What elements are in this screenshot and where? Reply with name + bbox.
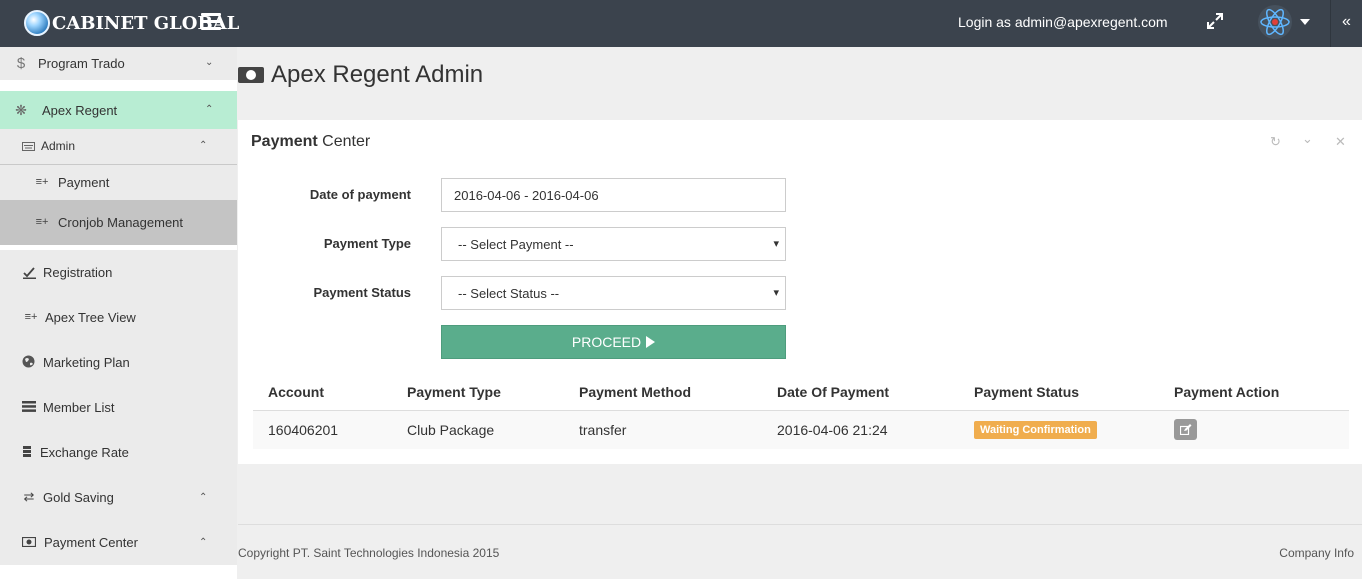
payment-status-label: Payment Status [313, 285, 411, 300]
cell-payment-type: Club Package [407, 422, 495, 438]
chevron-up-icon: ⌃ [199, 140, 208, 151]
status-badge: Waiting Confirmation [974, 421, 1097, 439]
payment-type-label: Payment Type [323, 236, 411, 251]
page-header: Apex Regent Admin [238, 60, 483, 90]
sidebar-item-label: Exchange Rate [40, 445, 129, 460]
sidebar-item-admin[interactable]: Admin ⌃ [0, 129, 237, 165]
sidebar-item-label: Marketing Plan [43, 355, 130, 370]
sidebar-item-apex-regent[interactable]: ❋ Apex Regent ⌃ [0, 91, 237, 129]
server-icon [23, 446, 31, 457]
fullscreen-icon[interactable] [1206, 12, 1226, 32]
exchange-arrows-icon: ⇄ [23, 488, 35, 504]
collapse-double-chevron-icon[interactable]: « [1330, 0, 1362, 47]
page-title: Apex Regent Admin [271, 61, 484, 88]
footer-company-info-link[interactable]: Company Info [1279, 546, 1354, 560]
column-header-account: Account [268, 384, 324, 400]
list-add-icon: ≡+ [24, 311, 38, 323]
sidebar-item-label: Registration [43, 265, 113, 280]
sidebar-item-label: Member List [43, 400, 115, 415]
payment-type-select[interactable]: -- Select Payment -- ▾ [441, 227, 786, 261]
chevron-up-icon: ⌃ [199, 492, 208, 503]
check-pencil-icon [22, 266, 36, 279]
payment-type-selected: -- Select Payment -- [458, 237, 574, 252]
select-caret-icon: ▾ [773, 238, 779, 250]
sidebar-item-label: Cronjob Management [58, 215, 184, 230]
sidebar-item-program-trado[interactable]: $ Program Trado ⌄ [0, 47, 237, 80]
login-status-text: Login as admin@apexregent.com [958, 14, 1168, 30]
edit-button[interactable] [1174, 419, 1197, 440]
payment-center-panel: Payment Center ↻ ⌄ ✕ Date of payment Pay… [238, 120, 1362, 464]
column-header-payment-method: Payment Method [579, 384, 692, 400]
select-caret-icon: ▾ [773, 287, 779, 299]
panel-title-bold: Payment [251, 133, 318, 150]
user-menu-caret-icon[interactable] [1300, 19, 1310, 25]
sidebar: $ Program Trado ⌄ ❋ Apex Regent ⌃ Admin … [0, 47, 237, 579]
sidebar-item-apex-tree-view[interactable]: ≡+ Apex Tree View [0, 295, 237, 340]
chevron-down-icon: ⌄ [205, 57, 214, 68]
asterisk-icon: ❋ [15, 101, 27, 118]
user-avatar[interactable] [1258, 5, 1292, 39]
sidebar-item-exchange-rate[interactable]: Exchange Rate [0, 430, 237, 475]
sidebar-item-payment-center[interactable]: Payment Center ⌃ [0, 520, 237, 565]
column-header-payment-action: Payment Action [1174, 384, 1280, 400]
footer-divider [238, 524, 1362, 525]
globe-icon [22, 355, 35, 368]
footer-copyright: Copyright PT. Saint Technologies Indones… [238, 546, 500, 560]
chevron-down-icon[interactable]: ⌄ [1302, 131, 1313, 147]
sidebar-item-label: Gold Saving [43, 490, 114, 505]
money-icon [22, 537, 36, 547]
panel-title: Payment Center [251, 133, 370, 151]
edit-icon [1179, 424, 1191, 435]
list-add-icon: ≡+ [35, 216, 49, 228]
sidebar-item-registration[interactable]: Registration [0, 250, 237, 295]
play-icon [646, 336, 656, 348]
money-icon [238, 67, 264, 83]
sidebar-item-label: Apex Tree View [45, 310, 136, 325]
refresh-icon[interactable]: ↻ [1270, 134, 1281, 150]
sidebar-item-member-list[interactable]: Member List [0, 385, 237, 430]
panel-title-rest: Center [317, 133, 371, 150]
sidebar-item-label: Admin [41, 139, 76, 153]
sidebar-item-label: Payment Center [44, 535, 138, 550]
list-icon [22, 401, 36, 412]
sidebar-item-label: Payment [58, 175, 110, 190]
payment-status-select[interactable]: -- Select Status -- ▾ [441, 276, 786, 310]
dollar-icon: $ [16, 54, 26, 72]
sidebar-item-label: Apex Regent [42, 103, 118, 118]
proceed-button[interactable]: PROCEED [441, 325, 786, 359]
keyboard-icon [22, 141, 35, 151]
cell-account: 160406201 [268, 422, 339, 438]
payment-status-selected: -- Select Status -- [458, 286, 560, 301]
sidebar-item-label: Program Trado [38, 56, 125, 71]
sidebar-item-gold-saving[interactable]: ⇄ Gold Saving ⌃ [0, 475, 237, 520]
hamburger-menu-icon[interactable] [201, 13, 221, 31]
date-of-payment-label: Date of payment [309, 187, 411, 202]
cell-payment-method: transfer [579, 422, 627, 438]
sidebar-item-marketing-plan[interactable]: Marketing Plan [0, 340, 237, 385]
globe-logo-icon [24, 10, 50, 36]
list-add-icon: ≡+ [35, 176, 49, 188]
top-navbar: CABINET GLOBAL Login as admin@apexregent… [0, 0, 1362, 47]
cell-date-of-payment: 2016-04-06 21:24 [777, 422, 888, 438]
column-header-date-of-payment: Date Of Payment [777, 384, 890, 400]
close-icon[interactable]: ✕ [1335, 134, 1346, 150]
chevron-up-icon: ⌃ [205, 104, 214, 115]
column-header-payment-status: Payment Status [974, 384, 1080, 400]
column-header-payment-type: Payment Type [407, 384, 501, 400]
sidebar-item-cronjob-management[interactable]: ≡+ Cronjob Management [0, 200, 237, 245]
sidebar-item-payment[interactable]: ≡+ Payment [0, 165, 237, 200]
chevron-up-icon: ⌃ [199, 537, 208, 548]
date-range-input[interactable] [441, 178, 786, 212]
proceed-button-label: PROCEED [571, 334, 642, 350]
